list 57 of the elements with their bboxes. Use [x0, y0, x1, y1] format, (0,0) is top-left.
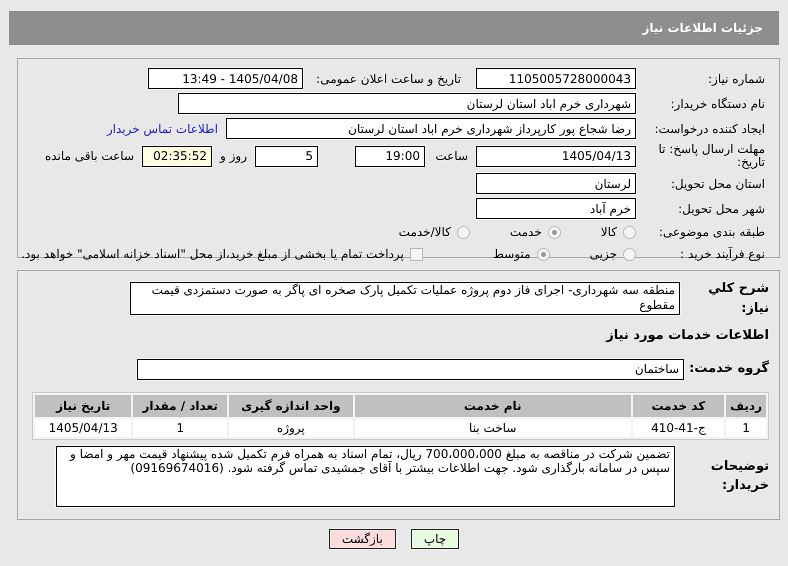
contact-link[interactable]: اطلاعات تماس خریدار [106, 120, 218, 138]
column-header: تعداد / مقدار [133, 394, 227, 416]
table-cell: 1405/04/13 [35, 418, 132, 436]
radio-button[interactable] [536, 248, 550, 260]
service-group-field: ساختمان [137, 358, 684, 380]
table-cell: پروژه [228, 418, 353, 436]
need-number-field: 1105005728000043 [476, 68, 636, 89]
column-header: کد خدمت [632, 394, 724, 416]
deadline-time-field: 19:00 [355, 146, 425, 166]
field-label: ایجاد کننده درخواست: [653, 120, 765, 138]
radio-button[interactable] [456, 226, 470, 238]
field-label: شهر محل تحویل: [677, 200, 765, 218]
summary-textarea[interactable]: منطقه سه شهرداری- اجرای فاز دوم پروژه عملیات تکمیل پارک صخره ای پاگر به صورت دستمزدی قیمت مقطوع [130, 282, 680, 315]
checkbox[interactable] [410, 248, 423, 260]
column-header: ردیف [726, 394, 766, 416]
table-cell: 1 [133, 418, 227, 436]
radio-button[interactable] [548, 226, 561, 238]
radio-button[interactable] [623, 248, 636, 260]
buyer-field: شهرداری خرم اباد استان لرستان [178, 93, 636, 114]
table-cell: ساخت بنا [354, 418, 631, 436]
radio-label: خدمت [510, 224, 542, 241]
field-label: طبقه بندی موضوعی: [658, 224, 765, 241]
field-label: توضیحات خریدار: [710, 458, 769, 495]
column-header: واحد اندازه گیری [228, 394, 353, 416]
radio-button[interactable] [623, 226, 636, 238]
column-header: نام خدمت [354, 394, 631, 416]
deadline-date-field: 1405/04/13 [476, 146, 636, 166]
field-label: گروه خدمت: [688, 359, 769, 378]
announce-date-field: 1405/04/08 - 13:49 [148, 68, 303, 89]
table-cell: 1 [726, 418, 766, 436]
remaining-time-field: 02:35:52 [142, 146, 212, 166]
radio-label: متوسط [492, 246, 531, 263]
city-field: خرم آباد [476, 198, 636, 219]
creator-field: رضا شجاع پور کارپرداز شهرداری خرم اباد استان لرستان [226, 118, 636, 139]
checkbox-label: پرداخت تمام یا بخشی از مبلغ خرید،از محل "اسناد خزانه اسلامی" خواهد بود. [21, 246, 404, 263]
column-header: تاریخ نیاز [35, 394, 132, 416]
radio-label: کالا/خدمت [398, 224, 451, 241]
field-label: شرح کلي نیاز: [707, 280, 769, 318]
time-label: ساعت [434, 148, 468, 165]
days-field: 5 [255, 146, 318, 166]
action-button[interactable]: چاپ [410, 529, 460, 549]
action-button[interactable]: بازگشت [328, 529, 396, 549]
province-field: لرستان [476, 173, 636, 194]
field-label: نام دستگاه خریدار: [670, 96, 765, 112]
field-label: شماره نیاز: [707, 70, 765, 88]
field-label: مهلت ارسال پاسخ: تا تاریخ: [657, 143, 765, 169]
field-label: استان محل تحویل: [670, 176, 765, 192]
notes-textarea[interactable]: تضمین شرکت در مناقصه به مبلغ 700،000،000 ریال، تمام اسناد به همراه فرم تکمیل شده پیشنهاد قیمت مهر و امضا و سپس در سامانه بارگذاری شود. جهت اطلاعات بیشتر با آقای جمشیدی تماس گرفته شود. (09169674016) [56, 446, 675, 506]
radio-label: کالا [600, 224, 617, 241]
days-label: روز و [220, 148, 247, 165]
page-title: جزئیات اطلاعات نیاز [642, 20, 763, 37]
remaining-label: ساعت باقی مانده [44, 148, 134, 165]
table-cell: ج-41-410 [632, 418, 724, 436]
section-title: اطلاعات خدمات مورد نیاز [604, 327, 769, 345]
field-label: تاریخ و ساعت اعلان عمومی: [315, 70, 461, 88]
field-label: نوع فرآیند خرید : [679, 246, 765, 263]
radio-label: جزیی [590, 246, 617, 263]
